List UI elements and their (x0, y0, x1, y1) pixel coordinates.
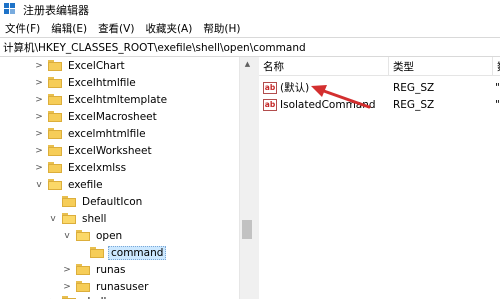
address-path[interactable]: 计算机\HKEY_CLASSES_ROOT\exefile\shell\open… (3, 40, 306, 55)
tree-item-label: runasuser (96, 280, 149, 293)
tree-item-label: excelmhtmlfile (68, 127, 146, 140)
tree-item-label: Excelhtmlfile (68, 76, 136, 89)
tree-item-label: shellex (80, 296, 121, 299)
tree-item-runas[interactable]: > runas (62, 261, 128, 278)
expand-icon (76, 248, 86, 258)
tree-item-excelmacrosheet[interactable]: > ExcelMacrosheet (34, 108, 159, 125)
string-value-icon: ab (263, 81, 277, 94)
value-name: (默认) (280, 82, 310, 94)
window-title: 注册表编辑器 (23, 4, 89, 17)
tree-item-shellex[interactable]: > shellex (48, 293, 121, 299)
address-bar[interactable]: 计算机\HKEY_CLASSES_ROOT\exefile\shell\open… (0, 37, 500, 57)
tree-item-label: runas (96, 263, 126, 276)
folder-icon (48, 162, 62, 173)
tree-item-command[interactable]: command (76, 244, 167, 261)
open-folder-icon (62, 213, 76, 224)
values-pane: 名称 类型 数 ab (默认) REG_SZ " ab IsolatedComm… (259, 57, 500, 299)
scroll-thumb[interactable] (242, 220, 252, 239)
value-row-isolatedcommand[interactable]: ab IsolatedCommand REG_SZ " (259, 96, 500, 113)
folder-icon (76, 264, 90, 275)
menu-file[interactable]: 文件(F) (0, 21, 46, 36)
tree-item-open[interactable]: v open (62, 227, 124, 244)
expand-icon[interactable]: > (34, 146, 44, 156)
column-header-data[interactable]: 数 (493, 57, 500, 76)
folder-icon (48, 94, 62, 105)
tree-scrollbar[interactable]: ▲ (239, 57, 254, 299)
tree-item-defaulticon[interactable]: DefaultIcon (48, 193, 144, 210)
expand-icon[interactable]: > (34, 112, 44, 122)
folder-icon (62, 196, 76, 207)
open-folder-icon (48, 179, 62, 190)
collapse-icon[interactable]: v (48, 214, 58, 224)
expand-icon[interactable]: > (62, 282, 72, 292)
expand-icon[interactable]: > (34, 163, 44, 173)
tree-item-excelmhtmlfile[interactable]: > excelmhtmlfile (34, 125, 148, 142)
tree-item-label: ExcelMacrosheet (68, 110, 157, 123)
string-value-icon: ab (263, 98, 277, 111)
value-type: REG_SZ (393, 98, 435, 111)
menu-favorites[interactable]: 收藏夹(A) (140, 21, 198, 36)
registry-editor-icon (4, 3, 18, 17)
value-data: " (495, 81, 500, 94)
folder-icon (48, 128, 62, 139)
folder-icon (76, 281, 90, 292)
value-row-default[interactable]: ab (默认) REG_SZ " (259, 79, 500, 96)
folder-icon (48, 111, 62, 122)
tree-pane: > ExcelChart > Excelhtmlfile > Excelhtml… (0, 57, 254, 299)
value-name-cell: ab (默认) (263, 79, 309, 96)
collapse-icon[interactable]: v (62, 231, 72, 241)
column-header-name[interactable]: 名称 (259, 57, 389, 76)
tree-item-label: ExcelWorksheet (68, 144, 152, 157)
folder-icon (48, 60, 62, 71)
open-folder-icon (76, 230, 90, 241)
tree-item-excelchart[interactable]: > ExcelChart (34, 57, 127, 74)
tree-item-excelworksheet[interactable]: > ExcelWorksheet (34, 142, 154, 159)
tree-item-label: Excelhtmltemplate (68, 93, 168, 106)
tree-item-shell[interactable]: v shell (48, 210, 108, 227)
menu-help[interactable]: 帮助(H) (198, 21, 246, 36)
value-name-cell: ab IsolatedCommand (263, 96, 376, 113)
collapse-icon[interactable]: v (34, 180, 44, 190)
expand-icon[interactable]: > (34, 78, 44, 88)
menu-edit[interactable]: 编辑(E) (46, 21, 93, 36)
expand-icon (48, 197, 58, 207)
tree-item-label: Excelxmlss (68, 161, 127, 174)
tree-item-label: command (108, 245, 167, 260)
expand-icon[interactable]: > (34, 129, 44, 139)
expand-icon[interactable]: > (34, 61, 44, 71)
column-header-row: 名称 类型 数 (259, 57, 500, 76)
value-name: IsolatedCommand (280, 98, 376, 111)
tree-item-label: DefaultIcon (82, 195, 143, 208)
tree-item-label: shell (82, 212, 107, 225)
menu-bar: 文件(F) 编辑(E) 查看(V) 收藏夹(A) 帮助(H) (0, 20, 500, 37)
folder-icon (48, 145, 62, 156)
folder-icon (90, 247, 104, 258)
tree-item-label: exefile (68, 178, 103, 191)
expand-icon[interactable]: > (62, 265, 72, 275)
tree-item-label: ExcelChart (68, 59, 125, 72)
folder-icon (48, 77, 62, 88)
title-bar: 注册表编辑器 (0, 0, 500, 20)
tree-item-label: open (96, 229, 123, 242)
expand-icon[interactable]: > (34, 95, 44, 105)
tree-item-excelhtmltemplate[interactable]: > Excelhtmltemplate (34, 91, 169, 108)
scroll-up-icon[interactable]: ▲ (240, 57, 254, 71)
value-data: " (495, 98, 500, 111)
value-type: REG_SZ (393, 81, 435, 94)
column-header-type[interactable]: 类型 (389, 57, 493, 76)
menu-view[interactable]: 查看(V) (93, 21, 140, 36)
tree-item-exefile[interactable]: v exefile (34, 176, 105, 193)
tree-item-excelhtmlfile[interactable]: > Excelhtmlfile (34, 74, 138, 91)
tree-item-excelxmlss[interactable]: > Excelxmlss (34, 159, 128, 176)
